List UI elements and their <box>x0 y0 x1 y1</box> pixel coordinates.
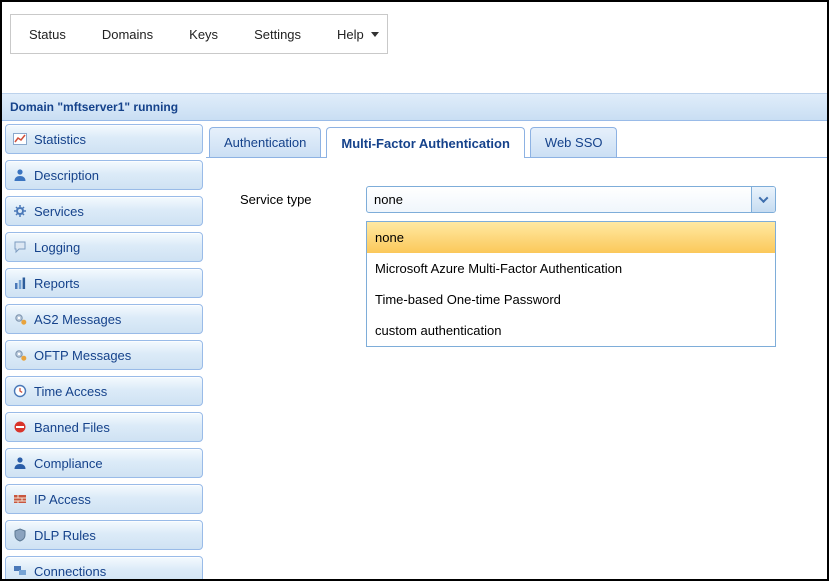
menu-keys[interactable]: Keys <box>171 15 236 53</box>
network-icon <box>13 564 27 578</box>
sidebar-item-connections[interactable]: Connections <box>5 556 203 579</box>
tab-web-sso[interactable]: Web SSO <box>530 127 618 157</box>
service-type-dropdown-list: none Microsoft Azure Multi-Factor Authen… <box>366 221 776 347</box>
sidebar: Statistics Description Services Logging … <box>2 121 206 579</box>
sidebar-item-label: Logging <box>34 240 80 255</box>
service-type-row: Service type none none Microsoft Azure M… <box>206 158 827 213</box>
service-type-label: Service type <box>240 186 366 207</box>
sidebar-item-compliance[interactable]: Compliance <box>5 448 203 478</box>
gear-message-icon <box>13 348 27 362</box>
gear-message-icon <box>13 312 27 326</box>
sidebar-item-label: Description <box>34 168 99 183</box>
sidebar-item-label: AS2 Messages <box>34 312 121 327</box>
clock-icon <box>13 384 27 398</box>
sidebar-item-dlp-rules[interactable]: DLP Rules <box>5 520 203 550</box>
sidebar-item-label: Services <box>34 204 84 219</box>
tab-multi-factor-authentication[interactable]: Multi-Factor Authentication <box>326 127 525 158</box>
tab-authentication[interactable]: Authentication <box>209 127 321 157</box>
sidebar-item-banned-files[interactable]: Banned Files <box>5 412 203 442</box>
sidebar-item-oftp-messages[interactable]: OFTP Messages <box>5 340 203 370</box>
sidebar-item-as2-messages[interactable]: AS2 Messages <box>5 304 203 334</box>
menu-keys-label: Keys <box>189 27 218 42</box>
sidebar-item-label: Time Access <box>34 384 107 399</box>
sidebar-item-label: OFTP Messages <box>34 348 131 363</box>
shield-icon <box>13 528 27 542</box>
bar-chart-icon <box>13 276 27 290</box>
dropdown-option-azure-mfa[interactable]: Microsoft Azure Multi-Factor Authenticat… <box>367 253 775 284</box>
combobox-dropdown-button[interactable] <box>751 187 775 212</box>
top-menubar: Status Domains Keys Settings Help <box>10 14 388 54</box>
menu-settings-label: Settings <box>254 27 301 42</box>
sidebar-item-label: Statistics <box>34 132 86 147</box>
menu-status[interactable]: Status <box>11 15 84 53</box>
menu-help[interactable]: Help <box>319 15 397 53</box>
menu-help-label: Help <box>337 27 364 42</box>
dropdown-option-none[interactable]: none <box>367 222 775 253</box>
tab-panel: Service type none none Microsoft Azure M… <box>206 157 827 579</box>
service-type-combo-wrap: none none Microsoft Azure Multi-Factor A… <box>366 186 776 213</box>
no-entry-icon <box>13 420 27 434</box>
service-type-combobox[interactable]: none <box>366 186 776 213</box>
person-icon <box>13 168 27 182</box>
sidebar-item-logging[interactable]: Logging <box>5 232 203 262</box>
sidebar-item-label: IP Access <box>34 492 91 507</box>
tabstrip: Authentication Multi-Factor Authenticati… <box>209 127 617 158</box>
sidebar-item-label: Banned Files <box>34 420 110 435</box>
person-icon <box>13 456 27 470</box>
gear-icon <box>13 204 27 218</box>
sidebar-item-services[interactable]: Services <box>5 196 203 226</box>
dropdown-option-custom-authentication[interactable]: custom authentication <box>367 315 775 346</box>
chevron-down-icon <box>759 193 769 203</box>
mft-admin-window: { "menu": { "items": [ { "label": "Statu… <box>0 0 829 581</box>
menu-domains[interactable]: Domains <box>84 15 171 53</box>
sidebar-item-time-access[interactable]: Time Access <box>5 376 203 406</box>
chart-icon <box>13 132 27 146</box>
menu-settings[interactable]: Settings <box>236 15 319 53</box>
content-area: Authentication Multi-Factor Authenticati… <box>206 121 827 579</box>
sidebar-item-ip-access[interactable]: IP Access <box>5 484 203 514</box>
brick-wall-icon <box>13 492 27 506</box>
sidebar-item-label: Connections <box>34 564 106 579</box>
sidebar-item-description[interactable]: Description <box>5 160 203 190</box>
caret-down-icon <box>371 32 379 37</box>
sidebar-item-label: Reports <box>34 276 80 291</box>
sidebar-item-label: Compliance <box>34 456 103 471</box>
combobox-value: none <box>367 187 751 212</box>
speech-bubble-icon <box>13 240 27 254</box>
sidebar-item-label: DLP Rules <box>34 528 96 543</box>
domain-status-title: Domain "mftserver1" running <box>10 100 178 114</box>
main-area: Statistics Description Services Logging … <box>2 121 827 579</box>
domain-status-header: Domain "mftserver1" running <box>2 93 827 121</box>
sidebar-item-statistics[interactable]: Statistics <box>5 124 203 154</box>
dropdown-option-totp[interactable]: Time-based One-time Password <box>367 284 775 315</box>
menu-status-label: Status <box>29 27 66 42</box>
sidebar-item-reports[interactable]: Reports <box>5 268 203 298</box>
menu-domains-label: Domains <box>102 27 153 42</box>
